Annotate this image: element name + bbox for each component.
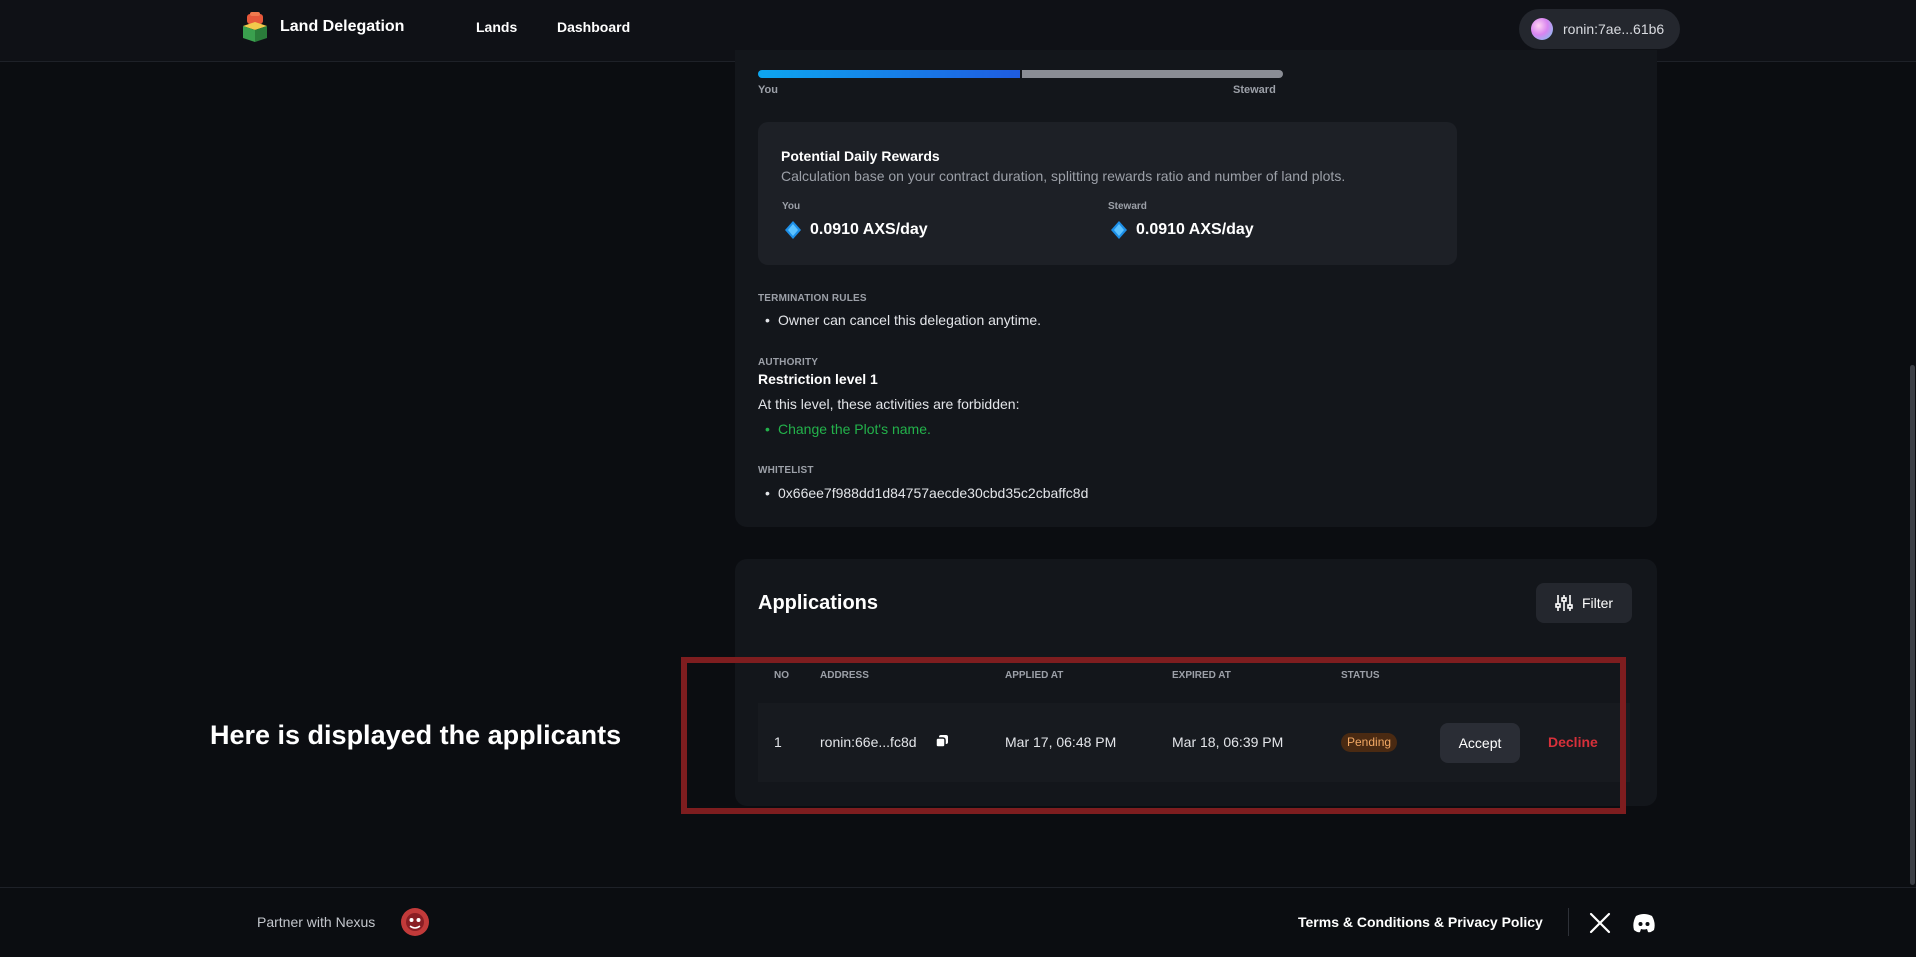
ratio-you-segment — [758, 70, 1020, 78]
wallet-address: ronin:7ae...61b6 — [1563, 21, 1665, 37]
authority-item: Change the Plot's name. — [765, 421, 931, 437]
authority-level: Restriction level 1 — [758, 371, 878, 387]
termination-label: TERMINATION RULES — [758, 293, 867, 304]
rewards-subtitle: Calculation base on your contract durati… — [781, 168, 1346, 184]
partner-text: Partner with Nexus — [257, 914, 376, 930]
discord-icon[interactable] — [1632, 912, 1656, 934]
ratio-you-label: You — [758, 84, 778, 96]
whitelist-item: 0x66ee7f988dd1d84757aecde30cbd35c2cbaffc… — [765, 485, 1088, 501]
filter-button[interactable]: Filter — [1536, 583, 1632, 623]
termination-item: Owner can cancel this delegation anytime… — [765, 312, 1041, 328]
annotation-highlight-box — [681, 657, 1626, 814]
terms-privacy-link[interactable]: Terms & Conditions & Privacy Policy — [1298, 914, 1543, 930]
axs-token-icon — [785, 221, 801, 239]
rewards-you-label: You — [782, 201, 801, 212]
whitelist-label: WHITELIST — [758, 465, 814, 476]
land-logo-icon[interactable] — [241, 12, 269, 44]
nav-dashboard[interactable]: Dashboard — [557, 19, 630, 35]
ratio-steward-label: Steward — [1233, 84, 1276, 96]
nexus-logo-icon[interactable] — [400, 907, 430, 937]
filter-label: Filter — [1581, 595, 1614, 611]
ratio-steward-segment — [1022, 70, 1283, 78]
rewards-title: Potential Daily Rewards — [781, 148, 940, 164]
authority-description: At this level, these activities are forb… — [758, 396, 1020, 412]
nav-lands[interactable]: Lands — [476, 19, 517, 35]
authority-label: AUTHORITY — [758, 357, 819, 368]
scrollbar-thumb[interactable] — [1910, 365, 1915, 885]
daily-rewards-box — [758, 122, 1457, 265]
x-twitter-icon[interactable] — [1589, 912, 1611, 934]
annotation-text: Here is displayed the applicants — [210, 720, 622, 750]
filter-icon — [1555, 595, 1573, 611]
rewards-you-value: 0.0910 AXS/day — [810, 221, 928, 238]
reward-ratio-bar — [758, 70, 1283, 78]
wallet-button[interactable]: ronin:7ae...61b6 — [1519, 9, 1680, 49]
brand-name[interactable]: Land Delegation — [280, 18, 404, 36]
wallet-avatar — [1531, 18, 1553, 40]
footer-divider — [1568, 908, 1569, 936]
applications-title: Applications — [758, 592, 879, 614]
axs-token-icon — [1111, 221, 1127, 239]
rewards-steward-value: 0.0910 AXS/day — [1136, 221, 1254, 238]
rewards-steward-label: Steward — [1108, 201, 1147, 212]
